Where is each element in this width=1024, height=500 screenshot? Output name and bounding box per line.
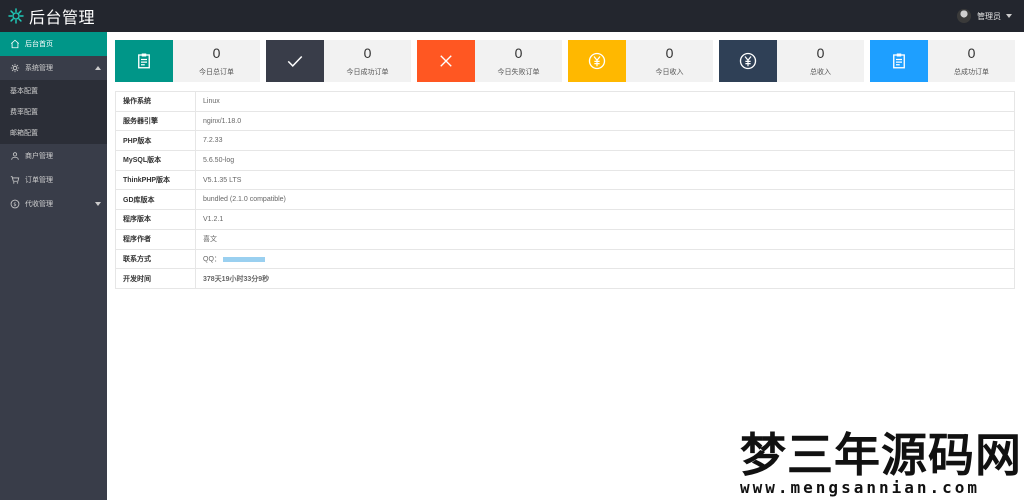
sidebar-item-label: 订单管理 — [25, 176, 53, 184]
table-row: 服务器引擎 nginx/1.18.0 — [115, 110, 1015, 132]
info-value: 喜文 — [195, 228, 1015, 250]
home-icon — [10, 39, 20, 49]
table-row: PHP版本 7.2.33 — [115, 130, 1015, 152]
table-row: GD库版本 bundled (2.1.0 compatible) — [115, 189, 1015, 211]
table-row: 程序作者 喜文 — [115, 228, 1015, 250]
check-icon — [287, 55, 303, 67]
info-key: 服务器引擎 — [115, 110, 196, 132]
subnav-system: 基本配置 费率配置 邮箱配置 — [0, 80, 107, 144]
stat-label: 今日失败订单 — [497, 69, 540, 76]
app-title: 后台管理 — [29, 10, 96, 27]
top-bar: 后台管理 管理员 — [0, 0, 1024, 32]
chevron-up-icon — [95, 66, 101, 70]
stat-card-today-success: 0 今日成功订单 — [266, 40, 411, 82]
info-key: 程序作者 — [115, 228, 196, 250]
watermark: 梦三年源码网 www.mengsannian.com — [740, 430, 1024, 500]
stat-card-today-income: 0 今日收入 — [568, 40, 713, 82]
info-value-contact: QQ： — [195, 248, 1015, 270]
table-row: 开发时间 378天19小时33分9秒 — [115, 268, 1015, 289]
info-value: nginx/1.18.0 — [195, 110, 1015, 132]
info-value: V5.1.35 LTS — [195, 169, 1015, 191]
dollar-icon: $ — [10, 199, 20, 209]
stat-icon-box — [115, 40, 173, 82]
stat-card-total-success: 0 总成功订单 — [870, 40, 1015, 82]
username: 管理员 — [977, 11, 1001, 21]
info-value: 5.6.50-log — [195, 150, 1015, 171]
info-value: 7.2.33 — [195, 130, 1015, 152]
uptime-value: 378天19小时33分9秒 — [195, 268, 1015, 289]
table-row: 联系方式 QQ： — [115, 248, 1015, 270]
sidebar-item-system[interactable]: 系统管理 — [0, 56, 107, 80]
info-key: GD库版本 — [115, 189, 196, 211]
stat-icon-box — [870, 40, 928, 82]
info-value: V1.2.1 — [195, 209, 1015, 230]
stat-icon-box — [417, 40, 475, 82]
stat-label: 总成功订单 — [954, 69, 989, 76]
stat-label: 今日收入 — [655, 69, 684, 76]
gear-icon — [8, 8, 24, 24]
yuan-icon — [739, 52, 757, 70]
sidebar-item-label: 系统管理 — [25, 65, 53, 72]
avatar — [957, 9, 971, 23]
info-key: 操作系统 — [115, 91, 196, 112]
table-row: 操作系统 Linux — [115, 91, 1015, 112]
stat-label: 今日成功订单 — [346, 69, 389, 76]
info-value: bundled (2.1.0 compatible) — [195, 189, 1015, 211]
info-key: ThinkPHP版本 — [115, 169, 196, 191]
info-key: PHP版本 — [115, 130, 196, 152]
subnav-item-email[interactable]: 邮箱配置 — [0, 123, 107, 144]
chevron-down-icon — [1006, 14, 1012, 18]
close-icon — [440, 55, 452, 67]
sidebar-item-label: 后台首页 — [25, 41, 53, 48]
info-key: 联系方式 — [115, 248, 196, 270]
stat-value: 0 — [816, 45, 825, 61]
subnav-item-basic[interactable]: 基本配置 — [0, 80, 107, 101]
info-key: 开发时间 — [115, 268, 196, 289]
user-menu[interactable]: 管理员 — [957, 0, 1012, 32]
sidebar-item-home[interactable]: 后台首页 — [0, 32, 107, 56]
stat-icon-box — [568, 40, 626, 82]
table-row: ThinkPHP版本 V5.1.35 LTS — [115, 169, 1015, 191]
watermark-title: 梦三年源码网 — [740, 428, 1022, 482]
stat-card-today-orders: 0 今日总订单 — [115, 40, 260, 82]
table-row: 程序版本 V1.2.1 — [115, 209, 1015, 230]
sidebar-item-label: 代收管理 — [25, 200, 53, 208]
stat-value: 0 — [363, 45, 372, 61]
info-key: MySQL版本 — [115, 150, 196, 171]
info-value: Linux — [195, 91, 1015, 112]
yuan-icon — [588, 52, 606, 70]
sidebar-item-merchant[interactable]: 商户管理 — [0, 144, 107, 168]
stat-value: 0 — [212, 45, 221, 61]
sidebar-item-collection[interactable]: $ 代收管理 — [0, 192, 107, 216]
stat-value: 0 — [967, 45, 976, 61]
redacted-qq — [222, 256, 265, 262]
clipboard-icon — [893, 53, 905, 69]
info-key: 程序版本 — [115, 209, 196, 230]
cart-icon — [10, 176, 20, 184]
clipboard-icon — [138, 53, 150, 69]
stat-label: 今日总订单 — [199, 69, 234, 76]
stat-label: 总收入 — [810, 69, 831, 76]
chevron-down-icon — [95, 201, 101, 206]
sidebar: 后台首页 系统管理 基本配置 费率配置 邮箱配置 商户管理 订单管理 $ 代收管… — [0, 32, 107, 500]
contact-prefix: QQ： — [203, 255, 221, 263]
stat-icon-box — [719, 40, 777, 82]
sidebar-item-label: 商户管理 — [25, 152, 53, 160]
settings-icon — [10, 63, 20, 73]
stat-value: 0 — [665, 45, 674, 61]
sidebar-item-orders[interactable]: 订单管理 — [0, 168, 107, 192]
stat-value: 0 — [514, 45, 523, 61]
subnav-item-rate[interactable]: 费率配置 — [0, 101, 107, 122]
svg-text:$: $ — [13, 202, 16, 208]
user-icon — [11, 152, 19, 160]
stat-card-today-failed: 0 今日失败订单 — [417, 40, 562, 82]
stat-card-total-income: 0 总收入 — [719, 40, 864, 82]
stat-icon-box — [266, 40, 324, 82]
server-info-table: 操作系统 Linux 服务器引擎 nginx/1.18.0 PHP版本 7.2.… — [115, 91, 1015, 289]
table-row: MySQL版本 5.6.50-log — [115, 150, 1015, 171]
brand[interactable]: 后台管理 — [8, 0, 95, 32]
